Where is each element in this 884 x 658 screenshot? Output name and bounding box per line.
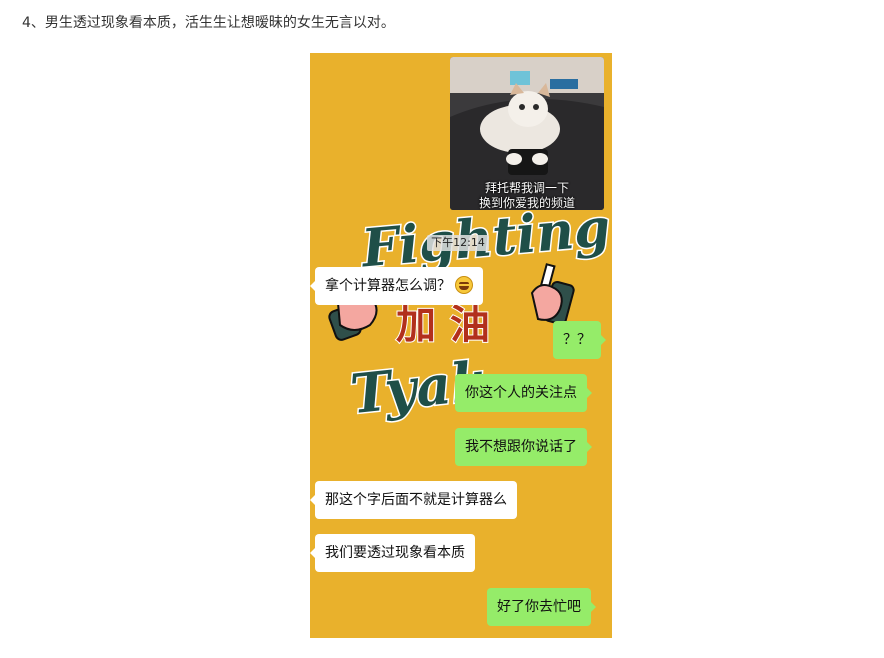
cat-photo: 拜托帮我调一下 换到你爱我的频道 xyxy=(450,57,604,210)
photo-caption-line-2: 换到你爱我的频道 xyxy=(478,196,575,210)
message-bubble-incoming: 我们要透过现象看本质 xyxy=(310,534,475,572)
article-caption: 4、男生透过现象看本质，活生生让想暧昧的女生无言以对。 xyxy=(22,15,395,31)
message-text: 我不想跟你说话了 xyxy=(465,439,577,455)
message-bubble-outgoing: 好了你去忙吧 xyxy=(487,588,596,626)
message-bubble-incoming: 那这个字后面不就是计算器么 xyxy=(310,481,517,519)
message-timestamp: 下午12:14 xyxy=(427,235,489,251)
message-bubble-outgoing: 你这个人的关注点 xyxy=(455,374,592,412)
message-text: ？？ xyxy=(563,332,591,348)
message-text: 我们要透过现象看本质 xyxy=(325,545,465,561)
message-text: 好了你去忙吧 xyxy=(497,599,581,615)
photo-caption-line-1: 拜托帮我调一下 xyxy=(484,181,569,195)
laughing-emoji-icon xyxy=(455,276,473,294)
message-text: 拿个计算器怎么调？ xyxy=(325,278,451,294)
message-bubble-incoming: 拿个计算器怎么调？ xyxy=(310,267,483,305)
right-hand-illustration xyxy=(530,263,575,326)
message-bubble-outgoing: 我不想跟你说话了 xyxy=(455,428,592,466)
message-text: 你这个人的关注点 xyxy=(465,385,577,401)
wallpaper-word-jiayou: 加 油 xyxy=(396,301,490,348)
message-bubble-outgoing: ？？ xyxy=(553,321,606,359)
chat-screenshot: Fighting 加 油 Tyak xyxy=(310,53,612,638)
cat-photo-caption: 拜托帮我调一下 换到你爱我的频道 xyxy=(450,181,604,210)
message-text: 那这个字后面不就是计算器么 xyxy=(325,492,507,508)
